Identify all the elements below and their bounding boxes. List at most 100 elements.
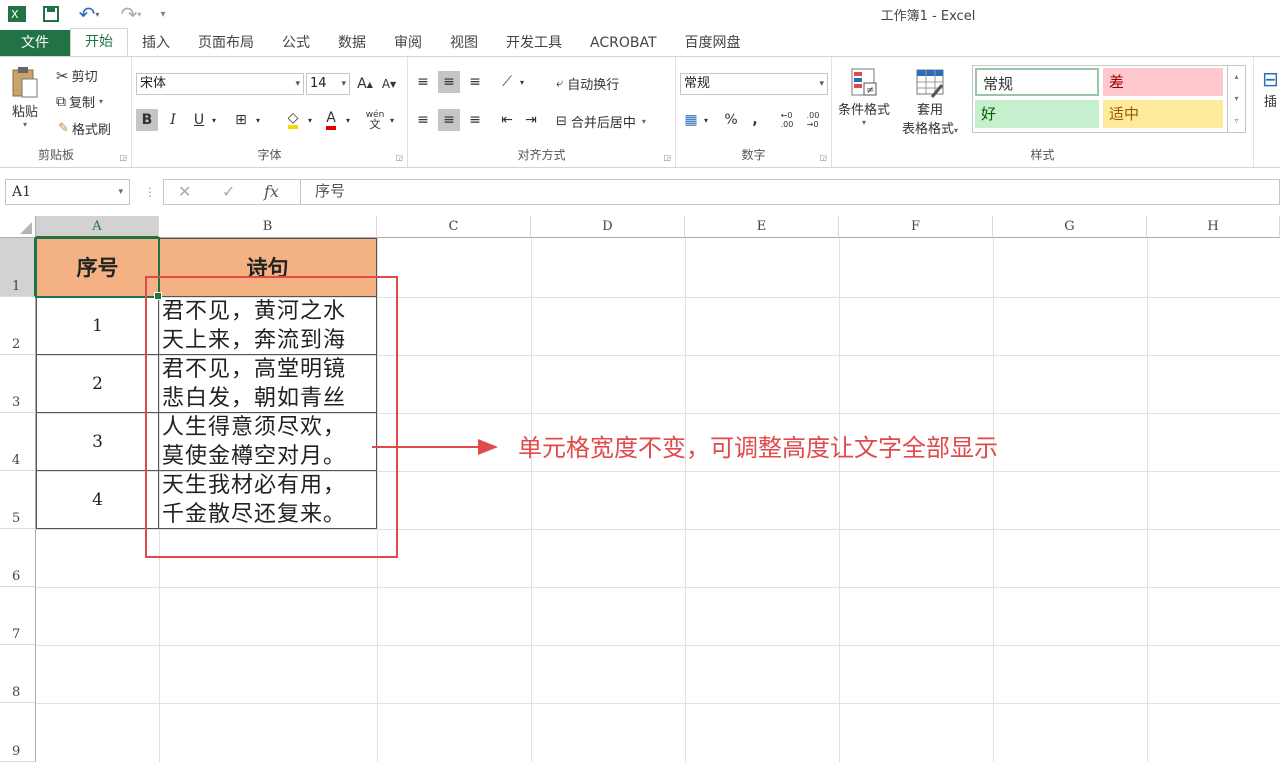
- cell-a4[interactable]: 3: [36, 413, 159, 471]
- align-left-button[interactable]: ≡: [412, 109, 434, 131]
- tab-acrobat[interactable]: ACROBAT: [576, 30, 671, 56]
- increase-indent-button[interactable]: ⇥: [520, 109, 542, 131]
- number-format-select[interactable]: 常规 ▾: [680, 73, 828, 95]
- align-top-button[interactable]: ≡: [412, 71, 434, 93]
- cell-a5[interactable]: 4: [36, 471, 159, 529]
- select-all-button[interactable]: [0, 216, 36, 238]
- cell-a3[interactable]: 2: [36, 355, 159, 413]
- clipboard-launcher-icon[interactable]: ◲: [119, 153, 127, 162]
- column-header-d[interactable]: D: [531, 216, 685, 238]
- tab-file[interactable]: 文件: [0, 30, 70, 56]
- tab-home[interactable]: 开始: [70, 28, 128, 56]
- name-box-value: A1: [12, 184, 32, 200]
- chevron-down-icon[interactable]: ▾: [1228, 88, 1245, 110]
- format-painter-button[interactable]: ✎ 格式刷: [58, 119, 111, 138]
- underline-dropdown[interactable]: ▾: [208, 109, 220, 131]
- font-size-select[interactable]: 14 ▾: [306, 73, 350, 95]
- underline-button[interactable]: U: [188, 109, 210, 131]
- chevron-up-icon[interactable]: ▴: [1228, 66, 1245, 88]
- column-header-h[interactable]: H: [1147, 216, 1280, 238]
- style-normal-label: 常规: [983, 75, 1014, 93]
- font-launcher-icon[interactable]: ◲: [395, 153, 403, 162]
- percent-button[interactable]: %: [720, 109, 742, 131]
- column-header-f[interactable]: F: [839, 216, 993, 238]
- column-header-a[interactable]: A: [36, 216, 159, 238]
- row-header-2[interactable]: 2: [0, 297, 36, 355]
- column-header-b[interactable]: B: [159, 216, 377, 238]
- conditional-format-button[interactable]: ≠ 条件格式 ▾: [838, 67, 890, 127]
- decrease-decimal-button[interactable]: .00 →0: [802, 109, 824, 131]
- fill-color-button[interactable]: ◇: [282, 109, 304, 131]
- font-name-select[interactable]: 宋体 ▾: [136, 73, 304, 95]
- align-middle-button[interactable]: ≡: [438, 71, 460, 93]
- increase-decimal-button[interactable]: ←0.00: [776, 109, 798, 131]
- align-bottom-button[interactable]: ≡: [464, 71, 486, 93]
- name-box[interactable]: A1 ▾: [5, 179, 130, 205]
- number-launcher-icon[interactable]: ◲: [819, 153, 827, 162]
- align-center-button[interactable]: ≡: [438, 109, 460, 131]
- align-right-button[interactable]: ≡: [464, 109, 486, 131]
- row-header-9[interactable]: 9: [0, 703, 36, 762]
- gallery-scroll[interactable]: ▴ ▾ ▿: [1227, 66, 1245, 132]
- column-header-c[interactable]: C: [377, 216, 531, 238]
- tab-review[interactable]: 审阅: [380, 30, 436, 56]
- format-as-table-button[interactable]: 套用 表格格式▾: [902, 67, 958, 137]
- formula-input[interactable]: 序号: [300, 179, 1280, 205]
- resize-handle-icon[interactable]: ⋮: [144, 180, 156, 204]
- orientation-button[interactable]: ⟋: [496, 71, 518, 93]
- font-color-button[interactable]: A: [320, 109, 342, 131]
- row-number: 7: [12, 627, 21, 642]
- merge-center-button[interactable]: ⊟ 合并后居中 ▾: [556, 112, 646, 131]
- tab-baidu-netdisk[interactable]: 百度网盘: [671, 30, 755, 56]
- style-bad[interactable]: 差: [1103, 68, 1223, 96]
- row-header-5[interactable]: 5: [0, 471, 36, 529]
- comma-button[interactable]: ,: [744, 109, 766, 131]
- italic-button[interactable]: I: [162, 109, 184, 131]
- row-header-1[interactable]: 1: [0, 238, 36, 297]
- bold-button[interactable]: B: [136, 109, 158, 131]
- alignment-launcher-icon[interactable]: ◲: [663, 153, 671, 162]
- cell-a2[interactable]: 1: [36, 297, 159, 355]
- decrease-indent-button[interactable]: ⇤: [496, 109, 518, 131]
- orientation-icon: ⟋: [502, 74, 512, 90]
- tab-insert[interactable]: 插入: [128, 30, 184, 56]
- row-header-6[interactable]: 6: [0, 529, 36, 587]
- cut-button[interactable]: ✂ 剪切: [56, 66, 98, 86]
- gallery-more-icon[interactable]: ▿: [1228, 110, 1245, 132]
- enter-icon[interactable]: ✓: [222, 180, 235, 204]
- row-header-8[interactable]: 8: [0, 645, 36, 703]
- tab-formulas[interactable]: 公式: [268, 30, 324, 56]
- wrap-text-button[interactable]: ⤶ 自动换行: [556, 74, 619, 93]
- fill-color-dropdown[interactable]: ▾: [304, 109, 316, 131]
- cancel-icon[interactable]: ✕: [178, 180, 191, 204]
- borders-dropdown[interactable]: ▾: [252, 109, 264, 131]
- style-good[interactable]: 好: [975, 100, 1099, 128]
- phonetic-button[interactable]: wén 文: [364, 109, 386, 131]
- phonetic-dropdown[interactable]: ▾: [386, 109, 398, 131]
- borders-button[interactable]: ⊞: [230, 109, 252, 131]
- insert-cells-button[interactable]: ⊟ 插: [1262, 67, 1279, 110]
- accounting-dropdown[interactable]: ▾: [700, 109, 712, 131]
- cut-label: 剪切: [71, 70, 98, 85]
- tab-page-layout[interactable]: 页面布局: [184, 30, 268, 56]
- accounting-format-button[interactable]: ▦: [680, 109, 702, 131]
- format-painter-icon: ✎: [58, 121, 69, 136]
- shrink-font-button[interactable]: A ▼: [378, 73, 400, 95]
- row-header-7[interactable]: 7: [0, 587, 36, 645]
- arrow-right-icon: [478, 439, 498, 455]
- column-header-g[interactable]: G: [993, 216, 1147, 238]
- style-normal[interactable]: 常规: [975, 68, 1099, 96]
- tab-data[interactable]: 数据: [324, 30, 380, 56]
- orientation-dropdown[interactable]: ▾: [516, 71, 528, 93]
- column-header-e[interactable]: E: [685, 216, 839, 238]
- tab-view[interactable]: 视图: [436, 30, 492, 56]
- style-neutral[interactable]: 适中: [1103, 100, 1223, 128]
- copy-button[interactable]: ⧉ 复制 ▾: [56, 92, 103, 112]
- insert-function-icon[interactable]: fx: [264, 180, 279, 204]
- font-color-dropdown[interactable]: ▾: [342, 109, 354, 131]
- row-header-4[interactable]: 4: [0, 413, 36, 471]
- row-header-3[interactable]: 3: [0, 355, 36, 413]
- tab-developer[interactable]: 开发工具: [492, 30, 576, 56]
- paste-button[interactable]: 粘贴 ▾: [10, 65, 40, 129]
- grow-font-button[interactable]: A ▲: [354, 73, 376, 95]
